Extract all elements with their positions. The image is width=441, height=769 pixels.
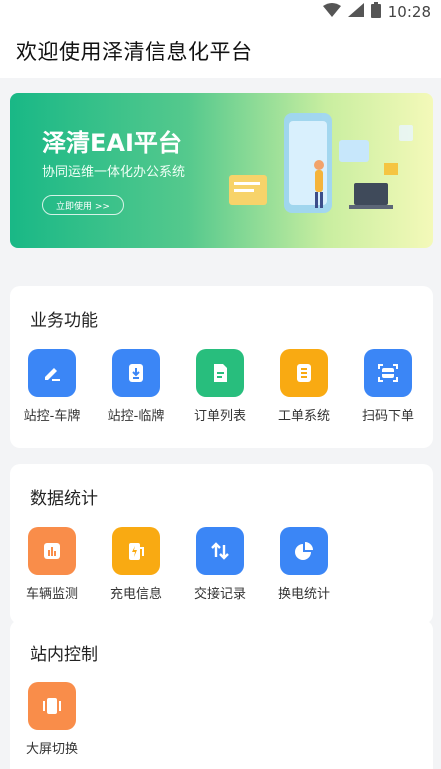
handover-record-item[interactable]: 交接记录 (178, 527, 262, 602)
item-label: 大屏切换 (25, 742, 78, 757)
document-icon (196, 349, 244, 397)
item-label: 站控-临牌 (107, 409, 165, 424)
item-label: 车辆监测 (25, 587, 78, 602)
scan-icon (364, 349, 412, 397)
banner-use-button[interactable]: 立即使用 >> (42, 195, 124, 215)
item-label: 工单系统 (277, 409, 330, 424)
charging-info-item[interactable]: 充电信息 (94, 527, 178, 602)
screen-switch-item[interactable]: 大屏切换 (10, 682, 94, 757)
charging-station-icon (112, 527, 160, 575)
wifi-icon (322, 3, 341, 21)
banner-title: 泽清EAI平台 (42, 129, 182, 157)
status-time: 10:28 (387, 3, 431, 21)
item-label: 交接记录 (193, 587, 246, 602)
work-order-item[interactable]: 工单系统 (262, 349, 346, 424)
exchange-icon (196, 527, 244, 575)
scan-order-item[interactable]: 扫码下单 (346, 349, 430, 424)
item-label: 扫码下单 (361, 409, 414, 424)
pen-edit-icon (28, 349, 76, 397)
item-label: 换电统计 (277, 587, 330, 602)
battery-swap-stats-item[interactable]: 换电统计 (262, 527, 346, 602)
office-illustration-icon (229, 113, 413, 213)
page-title: 欢迎使用泽清信息化平台 (16, 40, 253, 64)
order-list-item[interactable]: 订单列表 (178, 349, 262, 424)
signal-icon (347, 3, 364, 21)
battery-icon (370, 2, 381, 22)
stats-section-title: 数据统计 (30, 489, 98, 509)
status-bar: 10:28 (0, 0, 441, 24)
station-temp-plate-item[interactable]: 站控-临牌 (94, 349, 178, 424)
station-plate-item[interactable]: 站控-车牌 (10, 349, 94, 424)
item-label: 站控-车牌 (23, 409, 81, 424)
station-control-card: 站内控制 大屏切换 (10, 620, 433, 769)
control-section-title: 站内控制 (30, 645, 98, 665)
pie-chart-icon (280, 527, 328, 575)
vehicle-monitor-item[interactable]: 车辆监测 (10, 527, 94, 602)
bar-chart-icon (28, 527, 76, 575)
promo-banner[interactable]: 泽清EAI平台 协同运维一体化办公系统 立即使用 >> (10, 93, 433, 248)
item-label: 订单列表 (193, 409, 246, 424)
status-icons: 10:28 (322, 2, 431, 22)
item-label: 充电信息 (109, 587, 162, 602)
business-functions-card: 业务功能 站控-车牌 站控-临牌 订单列表 工单系统 扫码下单 (10, 286, 433, 448)
banner-subtitle: 协同运维一体化办公系统 (42, 165, 186, 180)
app-header: 欢迎使用泽清信息化平台 (0, 24, 441, 78)
business-section-title: 业务功能 (30, 311, 98, 331)
download-doc-icon (112, 349, 160, 397)
list-doc-icon (280, 349, 328, 397)
screen-switch-icon (28, 682, 76, 730)
data-statistics-card: 数据统计 车辆监测 充电信息 交接记录 换电统计 (10, 464, 433, 624)
